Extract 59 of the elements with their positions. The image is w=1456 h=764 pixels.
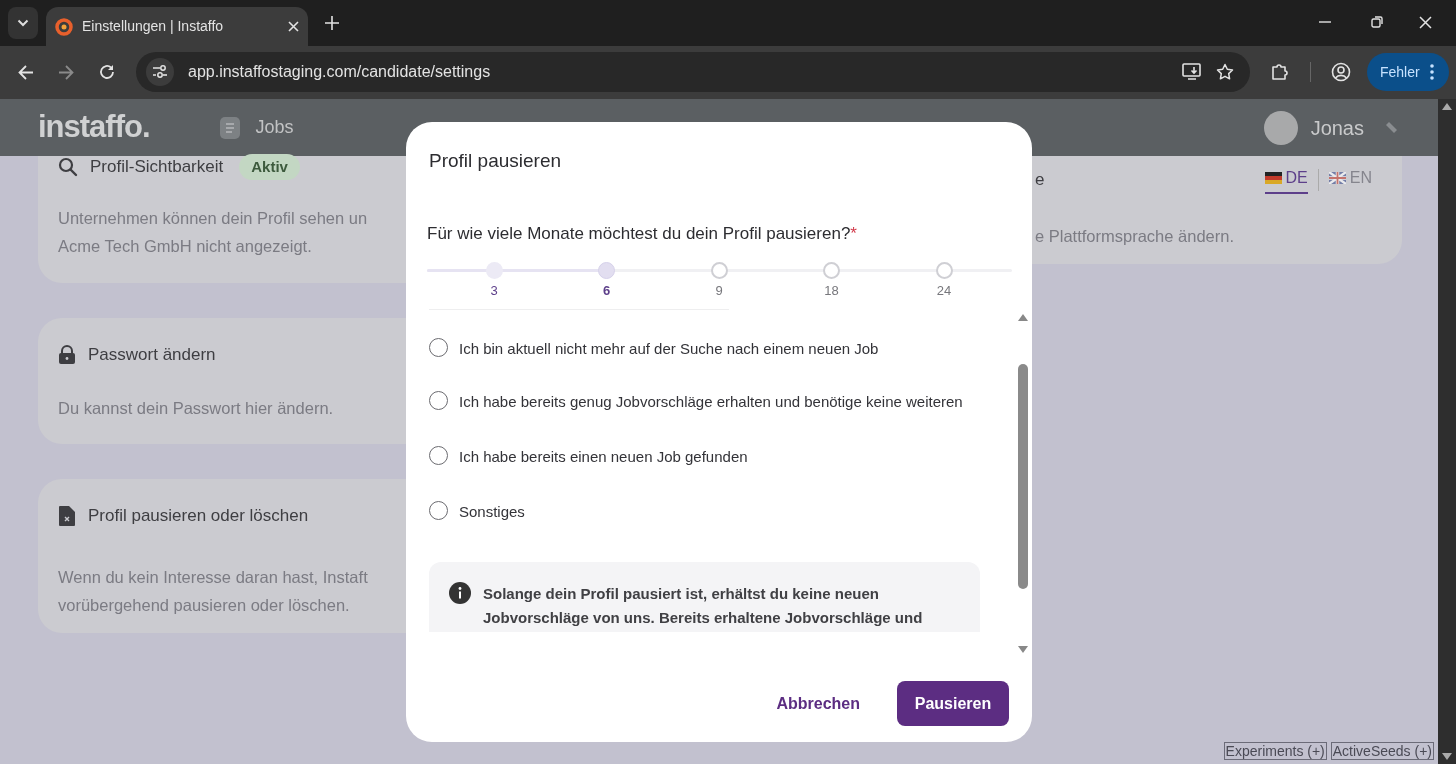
user-name: Jonas	[1310, 115, 1364, 141]
scroll-up-icon[interactable]	[1017, 314, 1028, 321]
scrollbar-thumb[interactable]	[1017, 364, 1028, 589]
new-tab-icon[interactable]	[325, 16, 339, 30]
dialog-title: Profil pausieren	[429, 149, 563, 173]
browser-tab[interactable]: Einstellungen | Instaffo	[46, 7, 308, 46]
page-scrollbar[interactable]	[1438, 99, 1456, 764]
card-title: e	[1035, 169, 1045, 192]
logo[interactable]: instaffo.	[38, 104, 150, 151]
search-icon	[58, 157, 78, 177]
extensions-icon[interactable]	[1270, 62, 1290, 82]
restore-icon[interactable]	[1371, 16, 1383, 28]
address-bar[interactable]: app.instaffostaging.com/candidate/settings	[136, 52, 1250, 92]
avatar[interactable]	[1263, 110, 1298, 145]
close-icon[interactable]	[1419, 16, 1432, 29]
nav-link[interactable]: Jobs	[219, 114, 294, 141]
language-toggle[interactable]: DE	[1264, 166, 1308, 194]
scroll-down-icon[interactable]	[1017, 646, 1028, 653]
scroll-up-icon[interactable]	[1442, 103, 1452, 110]
reason-option[interactable]: Ich bin aktuell nicht mehr auf der Suche nach einem neuen Job	[429, 337, 996, 360]
tab-list-button[interactable]	[8, 7, 38, 39]
reason-option[interactable]: Ich habe bereits einen neuen Job gefunden	[429, 445, 996, 468]
british-flag-icon	[1328, 172, 1346, 184]
close-icon[interactable]	[288, 21, 299, 32]
scroll-down-icon[interactable]	[1442, 753, 1452, 760]
card-description: Wenn du kein Interesse daran hast, Instaft vorübergehend pausieren oder löschen.	[58, 567, 368, 616]
german-flag-icon	[1264, 172, 1282, 184]
cancel-button[interactable]: Abbrechen	[776, 691, 860, 716]
file-icon	[58, 505, 76, 527]
forward-icon[interactable]	[58, 65, 74, 80]
reason-option[interactable]: Sonstiges	[429, 500, 996, 523]
document-icon	[219, 116, 240, 139]
reason-option[interactable]: Ich habe bereits genug Jobvorschläge erhalten und benötige keine weiteren	[429, 390, 996, 413]
install-app-icon[interactable]	[1182, 63, 1202, 81]
card-description: e Plattformsprache ändern.	[1035, 226, 1236, 247]
card-title: Profil-Sichtbarkeit	[90, 156, 224, 179]
bookmark-star-icon[interactable]	[1216, 63, 1234, 81]
debug-button[interactable]: Experiments (+)	[1223, 742, 1327, 760]
site-logo-icon	[55, 17, 73, 36]
site-settings-icon[interactable]	[152, 65, 168, 79]
pause-button[interactable]: Pausieren	[897, 681, 1009, 726]
debug-button[interactable]: ActiveSeeds (+)	[1330, 742, 1434, 760]
card-title: Profil pausieren oder löschen	[88, 505, 309, 528]
info-text: Solange dein Profil pausiert ist, erhältst du keine neuen Jobvorschläge von uns. Bereits erhaltene Jobvorschläge und	[483, 584, 924, 628]
chevron-down-icon	[17, 19, 29, 27]
lock-icon	[58, 345, 76, 365]
card-title: Passwort ändern	[88, 344, 216, 367]
url-text: app.instaffostaging.com/candidate/settings	[188, 62, 492, 82]
question-label: Für wie viele Monate möchtest du dein Profil pausieren?*	[427, 222, 858, 245]
more-options-icon	[1429, 64, 1434, 80]
tab-title: Einstellungen | Instaffo	[82, 17, 225, 36]
status-badge: Aktiv	[239, 153, 300, 181]
reload-icon[interactable]	[99, 64, 115, 80]
error-profile-button[interactable]: Fehler	[1367, 53, 1449, 91]
card-description: Du kannst dein Passwort hier ändern.	[58, 398, 334, 419]
card-description: Unternehmen können dein Profil sehen un Acme Tech GmbH nicht angezeigt.	[58, 208, 368, 257]
profile-icon[interactable]	[1331, 62, 1351, 82]
back-icon[interactable]	[18, 65, 34, 80]
info-icon	[449, 582, 471, 604]
